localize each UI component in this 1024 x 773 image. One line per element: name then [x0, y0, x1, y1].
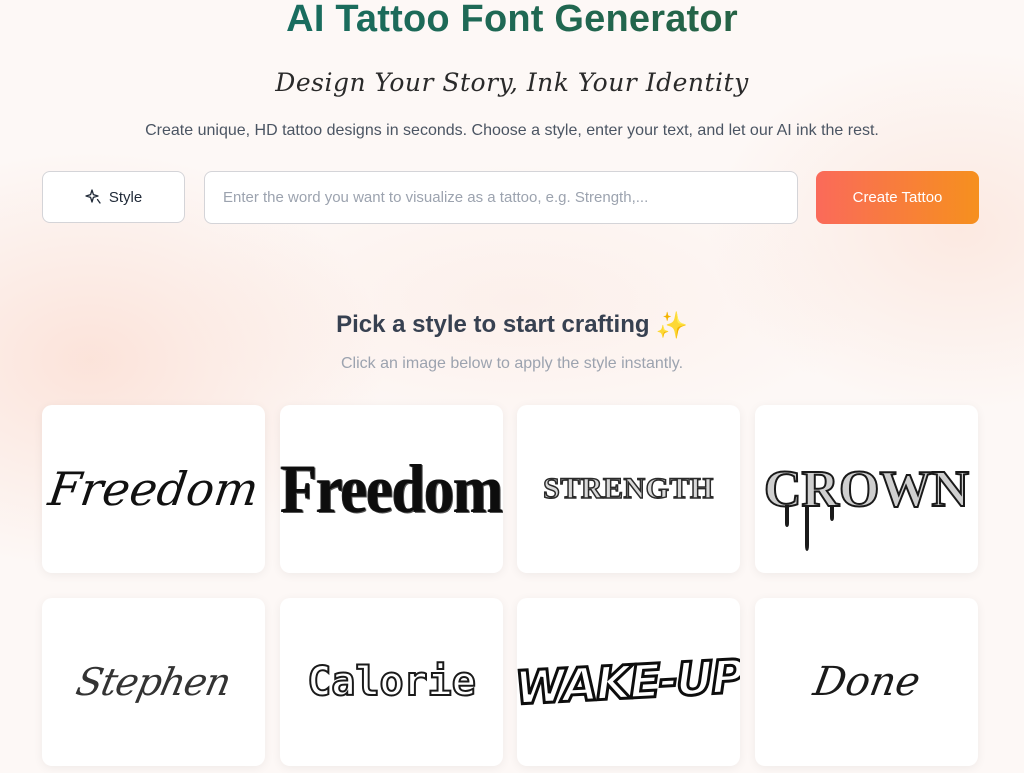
section-subtitle: Click an image below to apply the style … [340, 355, 684, 372]
create-tattoo-button[interactable]: Create Tattoo [816, 171, 979, 224]
style-sample-text: Done [809, 659, 924, 705]
style-card-done[interactable]: Done [755, 598, 978, 766]
style-card-strength[interactable]: STRENGTH [517, 405, 740, 573]
style-sample-text: Freedom [45, 462, 262, 516]
section-title-text: Pick a style to start crafting [336, 311, 650, 338]
style-card-freedom-script[interactable]: Freedom [42, 405, 265, 573]
sparkles-icon: ✨ [655, 310, 688, 340]
style-card-freedom-gothic[interactable]: Freedom [280, 405, 503, 573]
ink-drips-decoration [785, 505, 834, 551]
page-title: AI Tattoo Font Generator [0, 0, 1024, 41]
tagline: Design Your Story, Ink Your Identity [275, 68, 749, 97]
subtitle: Create unique, HD tattoo designs in seco… [145, 122, 879, 139]
style-card-stephen[interactable]: Stephen [42, 598, 265, 766]
style-sample-text: Calorie [306, 658, 477, 706]
style-card-calorie[interactable]: Calorie [280, 598, 503, 766]
section-title: Pick a style to start crafting ✨ [0, 310, 1024, 341]
sparkle-outline-icon [85, 189, 101, 205]
style-sample-text: Stephen [72, 660, 235, 704]
style-card-wake-up[interactable]: WAKE-UP [517, 598, 740, 766]
style-sample-text: Freedom [280, 450, 503, 527]
tattoo-text-input[interactable] [204, 171, 798, 224]
style-sample-text: WAKE-UP [517, 648, 740, 717]
style-button[interactable]: Style [42, 171, 185, 223]
style-button-label: Style [108, 188, 143, 206]
style-sample-text: STRENGTH [542, 471, 714, 506]
